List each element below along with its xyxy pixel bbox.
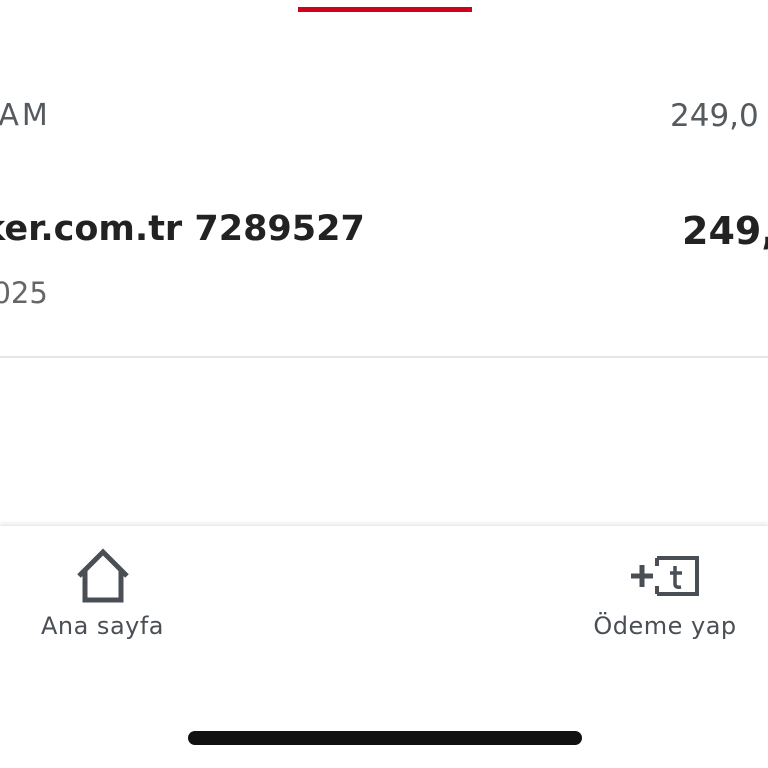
transaction-date: 2025 — [0, 276, 48, 310]
tab-home[interactable]: Ana sayfa — [20, 526, 185, 656]
tab-payment[interactable]: Ödeme yap — [575, 526, 755, 656]
transaction-title: ker.com.tr 7289527 — [0, 209, 365, 249]
tab-home-label: Ana sayfa — [40, 612, 165, 640]
add-payment-icon — [631, 556, 699, 596]
transaction-row[interactable]: ker.com.tr 7289527 249, 2025 — [0, 200, 768, 358]
summary-label: LAM — [0, 98, 51, 133]
summary-row: LAM 249,0 — [0, 90, 768, 140]
home-icon — [76, 548, 129, 603]
tab-payment-label: Ödeme yap — [593, 612, 737, 640]
home-indicator[interactable] — [188, 731, 582, 745]
summary-amount: 249,0 — [670, 98, 759, 134]
screen: LAM 249,0 ker.com.tr 7289527 249, 2025 A… — [0, 0, 768, 768]
active-tab-indicator — [298, 7, 472, 12]
transaction-amount: 249, — [682, 209, 768, 253]
